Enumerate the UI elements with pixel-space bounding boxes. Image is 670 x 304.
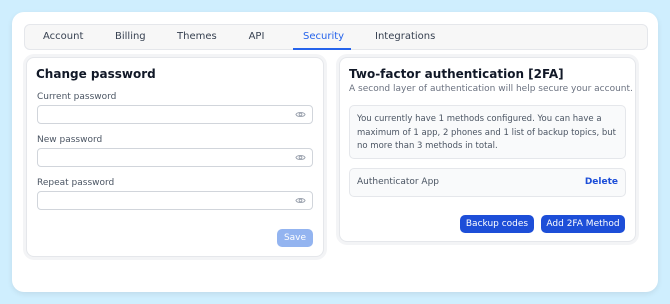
eye-icon[interactable]	[295, 109, 306, 120]
two-factor-subtitle: A second layer of authentication will he…	[349, 84, 633, 94]
tab-account[interactable]: Account	[43, 25, 83, 49]
new-password-label: New password	[37, 135, 103, 145]
repeat-password-label: Repeat password	[37, 178, 115, 188]
backup-codes-button[interactable]: Backup codes	[460, 215, 534, 233]
tab-api[interactable]: API	[248, 25, 265, 49]
two-factor-title: Two-factor authentication [2FA]	[349, 67, 564, 81]
methods-info-text: You currently have 1 methods configured.…	[357, 114, 616, 151]
method-name: Authenticator App	[357, 177, 440, 187]
save-button[interactable]: Save	[277, 229, 313, 247]
current-password-field[interactable]	[37, 105, 313, 124]
tab-billing[interactable]: Billing	[115, 25, 146, 49]
current-password-label: Current password	[37, 92, 117, 102]
change-password-title: Change password	[36, 67, 156, 81]
method-row: Authenticator App Delete	[349, 168, 626, 197]
repeat-password-field[interactable]	[37, 191, 313, 210]
tab-bar: Account Billing Themes API Security Inte…	[24, 24, 648, 50]
methods-info-box: You currently have 1 methods configured.…	[349, 105, 626, 159]
eye-icon[interactable]	[295, 195, 306, 206]
tab-security[interactable]: Security	[293, 25, 351, 50]
new-password-field[interactable]	[37, 148, 313, 167]
tab-themes[interactable]: Themes	[177, 25, 217, 49]
tab-integrations[interactable]: Integrations	[375, 25, 435, 49]
add-2fa-method-button[interactable]: Add 2FA Method	[541, 215, 625, 233]
eye-icon[interactable]	[295, 152, 306, 163]
delete-method-link[interactable]: Delete	[585, 177, 618, 187]
